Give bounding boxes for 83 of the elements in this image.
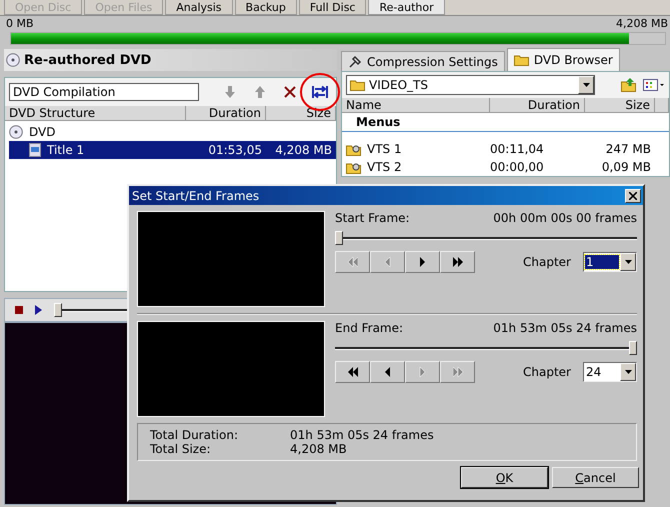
frame-slider[interactable] <box>335 231 343 245</box>
capacity-min-label: 0 MB <box>6 17 34 30</box>
fast-forward-icon <box>452 366 462 378</box>
dropdown-arrow-icon <box>624 370 632 374</box>
frame-label: Start Frame: <box>335 211 410 225</box>
tree-row[interactable]: Title 1 01:53,05 4,208 MB <box>9 141 336 159</box>
name-field[interactable]: DVD Compilation <box>9 83 199 101</box>
dropdown-arrow-icon <box>624 260 632 264</box>
nav-button[interactable] <box>405 251 440 273</box>
disc-icon <box>9 125 23 139</box>
frame-time: 01h 53m 05s 24 frames <box>493 321 637 335</box>
frame-slider[interactable] <box>629 341 637 355</box>
rewind-icon <box>348 366 358 378</box>
tree-label: DVD <box>29 125 56 139</box>
list-row[interactable]: VTS 2 00:00,00 0,09 MB <box>342 158 669 176</box>
mode-tab[interactable]: Re-author <box>368 0 445 15</box>
frame-time: 00h 00m 00s 00 frames <box>493 211 637 225</box>
dialog-button[interactable]: Cancel <box>552 467 639 488</box>
size-cell-text: 4,208 MB <box>274 143 333 157</box>
step-back-icon <box>382 366 392 378</box>
summary-value: 4,208 MB <box>290 442 348 456</box>
frame-label: End Frame: <box>335 321 404 335</box>
list-row[interactable]: VTS 1 00:11,04 247 MB <box>342 140 669 158</box>
column-header[interactable]: Size <box>585 98 655 113</box>
chapter-label: Chapter <box>523 255 571 269</box>
chapter-dropdown[interactable]: 24 <box>583 362 637 382</box>
size-cell-text: 0,09 MB <box>600 160 652 174</box>
chapter-label: Chapter <box>523 365 571 379</box>
mode-tab[interactable]: Full Disc <box>298 0 366 15</box>
chapter-dropdown[interactable]: 1 <box>583 252 637 272</box>
stop-icon <box>15 306 23 314</box>
column-header[interactable]: DVD Structure <box>5 106 186 121</box>
column-header[interactable]: Duration <box>490 98 585 113</box>
group-header: Menus <box>342 113 669 132</box>
rewind-icon <box>348 256 358 268</box>
duration-cell-text: 00:00,00 <box>490 160 545 174</box>
folder-icon <box>346 142 361 156</box>
close-button[interactable] <box>625 188 641 202</box>
column-header[interactable]: Size <box>266 106 336 121</box>
size-cell-text: 247 MB <box>604 142 652 156</box>
seek-slider[interactable] <box>54 303 62 317</box>
close-icon <box>629 192 637 200</box>
document-icon <box>29 143 41 157</box>
nav-button[interactable] <box>335 361 370 383</box>
close-icon <box>284 86 296 98</box>
wrench-icon <box>348 54 362 68</box>
dialog-button[interactable]: OK <box>461 467 548 488</box>
play-icon <box>418 256 428 268</box>
down-arrow-icon <box>225 86 235 98</box>
duration-cell-text: 01:53,05 <box>207 143 263 157</box>
mode-tab[interactable]: Analysis <box>165 0 233 15</box>
up-arrow-icon <box>255 86 265 98</box>
bracket-arrows-icon <box>312 85 328 99</box>
tree-row[interactable]: DVD <box>9 123 336 141</box>
dialog-title: Set Start/End Frames <box>132 188 260 202</box>
folder-icon <box>514 54 529 66</box>
view-grid-icon[interactable] <box>643 79 665 91</box>
column-header[interactable]: Duration <box>186 106 266 121</box>
nav-button[interactable] <box>440 251 475 273</box>
step-back-icon <box>382 256 392 268</box>
disc-icon <box>6 53 20 67</box>
nav-button[interactable] <box>370 361 405 383</box>
column-header[interactable]: Name <box>342 98 490 113</box>
dropdown-arrow-icon <box>582 83 590 87</box>
panel-title: Re-authored DVD <box>24 52 152 68</box>
panel-tab[interactable]: Compression Settings <box>341 51 505 71</box>
capacity-max-label: 4,208 MB <box>616 17 668 30</box>
name-cell: VTS 2 <box>367 160 402 174</box>
panel-tab[interactable]: DVD Browser <box>506 48 620 71</box>
tree-label: Title 1 <box>47 143 84 157</box>
summary-value: 01h 53m 05s 24 frames <box>290 428 435 442</box>
name-cell: VTS 1 <box>367 142 402 156</box>
folder-dropdown[interactable]: VIDEO_TS <box>346 75 595 95</box>
folder-icon <box>346 160 361 174</box>
summary-label: Total Size: <box>150 442 212 456</box>
folder-up-icon[interactable] <box>621 78 637 92</box>
duration-cell-text: 00:11,04 <box>490 142 545 156</box>
fast-forward-icon <box>452 256 462 268</box>
play-icon <box>418 366 428 378</box>
mode-tab[interactable]: Backup <box>234 0 297 15</box>
summary-label: Total Duration: <box>150 428 240 442</box>
play-icon <box>35 305 42 315</box>
folder-icon <box>350 79 365 91</box>
